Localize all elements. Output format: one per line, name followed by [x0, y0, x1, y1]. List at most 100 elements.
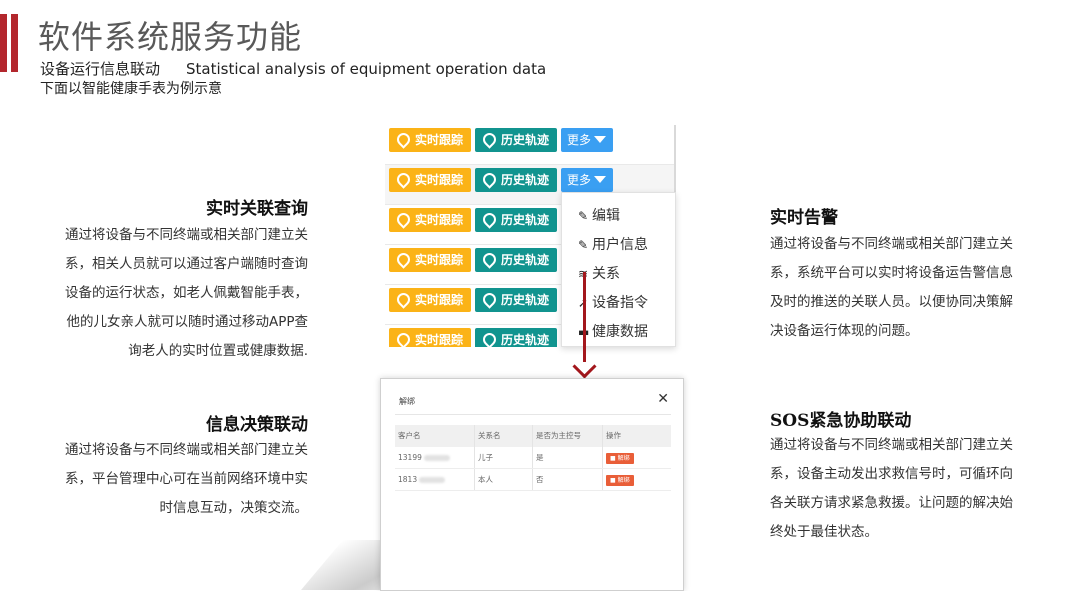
is-master-cell: 否 [533, 469, 603, 490]
column-header: 关系名 [475, 425, 533, 447]
button-label: 历史轨迹 [501, 173, 550, 187]
text-line: 系，系统平台可以实时将设备运告警信息 [770, 265, 1013, 281]
text-line: 系，相关人员就可以通过客户端随时查询 [65, 256, 308, 272]
text-line: 决设备运行体现的问题。 [770, 323, 919, 339]
history-track-button[interactable]: 历史轨迹 [475, 208, 557, 232]
down-arrow-icon [572, 354, 597, 379]
more-button[interactable]: 更多 [561, 168, 613, 192]
text-line: 通过将设备与不同终端或相关部门建立关 [65, 227, 308, 243]
text-line: 询老人的实时位置或健康数据. [128, 343, 308, 359]
pencil-icon: ✎ [578, 238, 589, 252]
pencil-icon: ✎ [578, 209, 589, 223]
text-line: 通过将设备与不同终端或相关部门建立关 [770, 236, 1013, 252]
button-label: 更多 [567, 173, 592, 187]
modal-title: 解绑 [399, 397, 415, 406]
caret-down-icon [594, 136, 607, 143]
subtitle: 设备运行信息联动 Statistical analysis of equipmen… [40, 58, 546, 79]
more-dropdown-menu: ✎编辑 ✎用户信息 ≋关系 ➚设备指令 ▬健康数据 [561, 192, 676, 347]
text-line: 时信息互动，决策交流。 [159, 500, 309, 516]
realtime-track-button[interactable]: 实时跟踪 [389, 208, 471, 232]
history-track-button[interactable]: 历史轨迹 [475, 288, 557, 312]
table-row: 实时跟踪 历史轨迹 更多 [385, 125, 676, 165]
realtime-track-button[interactable]: 实时跟踪 [389, 128, 471, 152]
customer-name-cell: 13199 [395, 447, 475, 468]
menu-item-label: 设备指令 [592, 295, 648, 311]
button-label: 历史轨迹 [501, 333, 550, 347]
text-line: 及时的推送的关联人员。以便协同决策解 [770, 294, 1013, 310]
table-row: 13199 儿子 是 ■ 解绑 [395, 447, 671, 469]
subtitle-cn: 设备运行信息联动 [40, 60, 161, 78]
button-label: 实时跟踪 [415, 173, 464, 187]
section-title-decision: 信息决策联动 [206, 415, 308, 435]
modal-table: 客户名 关系名 是否为主控号 操作 13199 儿子 是 ■ 解绑 1813 本… [395, 425, 671, 491]
location-pin-icon [480, 130, 499, 149]
button-label: 解绑 [617, 476, 630, 484]
realtime-track-button[interactable]: 实时跟踪 [389, 328, 471, 347]
button-label: 更多 [567, 133, 592, 147]
menu-item-label: 健康数据 [592, 324, 648, 340]
text-line: 各关联方请求紧急救援。让问题的解决始 [770, 495, 1013, 511]
button-label: 解绑 [617, 454, 630, 462]
section-title-sos: SOS紧急协助联动 [770, 411, 912, 431]
button-label: 实时跟踪 [415, 333, 464, 347]
text-line: 设备的运行状态，如老人佩戴智能手表， [65, 285, 308, 301]
table-row: 1813 本人 否 ■ 解绑 [395, 469, 671, 491]
location-pin-icon [480, 210, 499, 229]
menu-item-label: 用户信息 [592, 237, 648, 253]
section-body-sos: 通过将设备与不同终端或相关部门建立关 系，设备主动发出求救信号时，可循环向 各关… [770, 431, 1013, 547]
table-header: 客户名 关系名 是否为主控号 操作 [395, 425, 671, 447]
section-body-realtime-query: 通过将设备与不同终端或相关部门建立关 系，相关人员就可以通过客户端随时查询 设备… [65, 221, 308, 366]
trash-icon: ■ [610, 476, 618, 484]
trash-icon: ■ [610, 454, 618, 462]
history-track-button[interactable]: 历史轨迹 [475, 128, 557, 152]
location-pin-icon [394, 250, 413, 269]
location-pin-icon [480, 170, 499, 189]
button-label: 历史轨迹 [501, 133, 550, 147]
menu-item-edit[interactable]: ✎ 编辑 [578, 205, 620, 225]
menu-item-label: 编辑 [592, 208, 620, 224]
masked-text [419, 477, 446, 483]
action-cell: ■ 解绑 [603, 447, 671, 468]
location-pin-icon [394, 130, 413, 149]
menu-item-user-info[interactable]: ✎ 用户信息 [578, 234, 648, 254]
caret-down-icon [594, 176, 607, 183]
menu-item-health-data[interactable]: ▬健康数据 [578, 321, 648, 341]
history-track-button[interactable]: 历史轨迹 [475, 248, 557, 272]
accent-bar [11, 14, 18, 72]
button-label: 实时跟踪 [415, 213, 464, 227]
relation-cell: 儿子 [475, 447, 533, 468]
menu-item-device-command[interactable]: ➚设备指令 [578, 292, 648, 312]
section-title-realtime-query: 实时关联查询 [206, 199, 308, 219]
text-line: 通过将设备与不同终端或相关部门建立关 [65, 442, 308, 458]
button-label: 历史轨迹 [501, 253, 550, 267]
realtime-track-button[interactable]: 实时跟踪 [389, 288, 471, 312]
location-pin-icon [394, 210, 413, 229]
more-button[interactable]: 更多 [561, 128, 613, 152]
column-header: 是否为主控号 [533, 425, 603, 447]
unbind-button[interactable]: ■ 解绑 [606, 474, 634, 486]
unbind-button[interactable]: ■ 解绑 [606, 452, 634, 464]
realtime-track-button[interactable]: 实时跟踪 [389, 248, 471, 272]
action-cell: ■ 解绑 [603, 469, 671, 490]
text-line: 通过将设备与不同终端或相关部门建立关 [770, 437, 1013, 453]
location-pin-icon [394, 290, 413, 309]
page-title: 软件系统服务功能 [38, 18, 303, 56]
subtitle-example: 下面以智能健康手表为例示意 [40, 81, 222, 97]
close-icon[interactable]: ✕ [657, 391, 669, 407]
button-label: 实时跟踪 [415, 133, 464, 147]
location-pin-icon [480, 290, 499, 309]
down-arrow-line [583, 272, 586, 362]
column-header: 客户名 [395, 425, 475, 447]
section-body-decision: 通过将设备与不同终端或相关部门建立关 系，平台管理中心可在当前网络环境中实 时信… [65, 436, 308, 523]
text-line: 系，设备主动发出求救信号时，可循环向 [770, 466, 1013, 482]
realtime-track-button[interactable]: 实时跟踪 [389, 168, 471, 192]
location-pin-icon [394, 170, 413, 189]
section-body-alarm: 通过将设备与不同终端或相关部门建立关 系，系统平台可以实时将设备运告警信息 及时… [770, 230, 1013, 346]
accent-bar [0, 14, 7, 72]
text-line: 终处于最佳状态。 [770, 524, 878, 540]
history-track-button[interactable]: 历史轨迹 [475, 328, 557, 347]
menu-item-label: 关系 [592, 266, 620, 282]
customer-name-cell: 1813 [395, 469, 475, 490]
history-track-button[interactable]: 历史轨迹 [475, 168, 557, 192]
button-label: 历史轨迹 [501, 293, 550, 307]
